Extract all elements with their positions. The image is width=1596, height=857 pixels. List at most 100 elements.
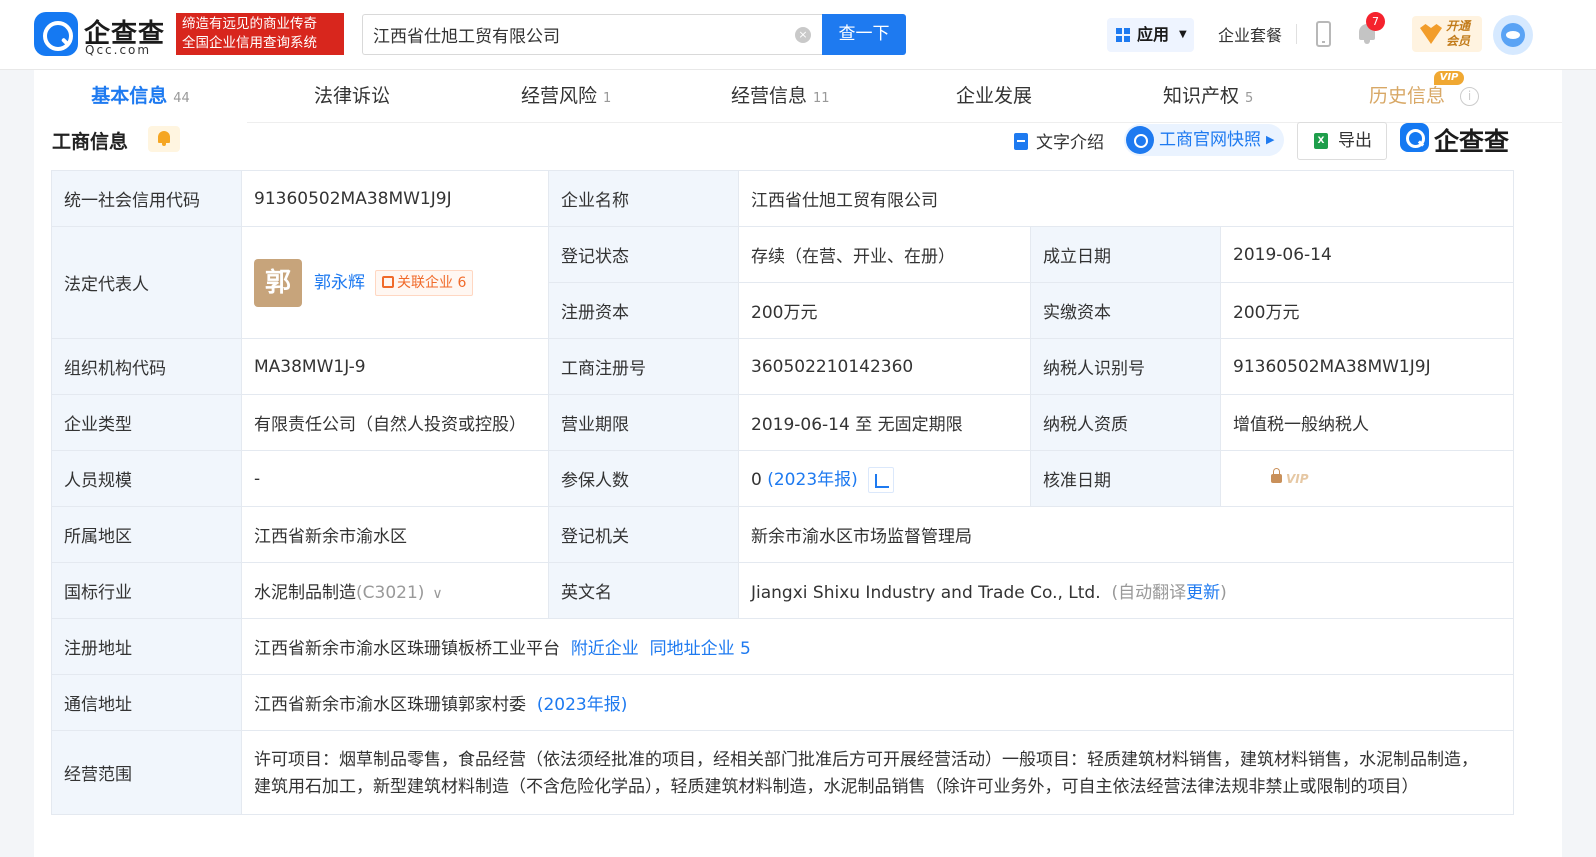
- mail-address-year-link[interactable]: (2023年报): [537, 695, 628, 715]
- company-type-value: 有限责任公司（自然人投资或控股）: [241, 394, 549, 451]
- vip-crown-icon: [1420, 24, 1442, 44]
- section-title: 工商信息: [52, 131, 129, 153]
- open-vip-label: 开通 会员: [1446, 19, 1482, 49]
- reg-capital-value: 200万元: [738, 282, 1031, 339]
- reg-no-label: 工商注册号: [548, 338, 739, 395]
- nearby-companies-link[interactable]: 附近企业: [571, 639, 639, 659]
- text-intro-button[interactable]: 文字介绍: [1014, 128, 1104, 153]
- open-vip-button[interactable]: 开通 会员: [1412, 16, 1482, 52]
- found-date-label: 成立日期: [1030, 226, 1221, 283]
- mobile-phone-icon[interactable]: [1316, 21, 1331, 47]
- chevron-down-icon: ∨: [432, 586, 443, 602]
- insured-year-link[interactable]: (2023年报): [767, 470, 858, 490]
- tab-development[interactable]: 企业发展: [956, 70, 1032, 123]
- brand-logo-icon: [1400, 123, 1429, 152]
- reg-status-value: 存续（在营、开业、在册）: [738, 226, 1031, 283]
- org-code-value: MA38MW1J-9: [241, 338, 549, 395]
- table-row: 组织机构代码 MA38MW1J-9 工商注册号 360502210142360 …: [51, 338, 1515, 395]
- info-icon[interactable]: i: [1460, 87, 1479, 106]
- table-row: 注册地址 江西省新余市渝水区珠珊镇板桥工业平台 附近企业 同地址企业 5: [51, 618, 1515, 675]
- qcc-logo-mark: [34, 12, 78, 56]
- qcc-brand-mark: 企查查: [1400, 122, 1514, 156]
- tab-history-label: 历史信息: [1369, 85, 1446, 107]
- scope-cell: 许可项目：烟草制品零售，食品经营（依法须经批准的项目，经相关部门批准后方可开展经…: [240, 730, 1515, 815]
- related-companies-chip[interactable]: 关联企业 6: [375, 269, 474, 296]
- tab-legal[interactable]: 法律诉讼: [314, 70, 390, 123]
- reg-address-label: 注册地址: [51, 618, 242, 675]
- scope-line-2: 建筑用石加工，新型建筑材料制造（不含危险化学品），轻质建筑材料制造，水泥制品销售…: [254, 776, 1419, 797]
- legal-rep-label: 法定代表人: [51, 226, 242, 339]
- snapshot-search-icon: [1126, 126, 1154, 154]
- search-button[interactable]: 查一下: [822, 14, 906, 55]
- qcc-logo[interactable]: 企查查 Qcc.com: [34, 12, 174, 58]
- staff-size-label: 人员规模: [51, 450, 242, 507]
- scope-line-1: 许可项目：烟草制品零售，食品经营（依法须经批准的项目，经相关部门批准后方可开展经…: [254, 749, 1478, 770]
- english-name-label: 英文名: [548, 562, 739, 619]
- english-name-cell: Jiangxi Shixu Industry and Trade Co., Lt…: [737, 562, 1515, 619]
- authority-label: 登记机关: [548, 506, 739, 563]
- same-address-companies-link[interactable]: 同地址企业 5: [650, 639, 751, 659]
- open-vip-line-2: 会员: [1446, 34, 1471, 48]
- legal-rep-avatar[interactable]: 郭: [254, 258, 302, 307]
- taxpayer-qual-value: 增值税一般纳税人: [1219, 394, 1515, 451]
- app-menu-button[interactable]: 应用 ▼: [1107, 18, 1194, 52]
- company-name-label: 企业名称: [548, 170, 739, 227]
- industry-label: 国标行业: [51, 562, 242, 619]
- text-intro-label: 文字介绍: [1036, 133, 1104, 153]
- credit-code-label: 统一社会信用代码: [51, 170, 242, 227]
- staff-size-value: -: [241, 450, 549, 507]
- app-menu-label: 应用: [1137, 25, 1170, 44]
- tab-basic-info[interactable]: 基本信息 44: [34, 70, 247, 123]
- document-icon: [1014, 133, 1028, 150]
- tab-operation-info[interactable]: 经营信息 11: [731, 70, 830, 123]
- mail-address-label: 通信地址: [51, 674, 242, 731]
- enterprise-package-link[interactable]: 企业套餐: [1218, 22, 1282, 46]
- paid-capital-value: 200万元: [1219, 282, 1515, 339]
- company-name-value: 江西省仕旭工贸有限公司: [737, 170, 1515, 227]
- term-label: 营业期限: [548, 394, 739, 451]
- tab-operation-info-label: 经营信息: [731, 85, 808, 107]
- tab-operation-info-count: 11: [813, 91, 830, 106]
- search-box: ×: [362, 14, 823, 55]
- table-row: 法定代表人 郭郭永辉 关联企业 6 登记状态 存续（在营、开业、在册） 成立日期 …: [51, 226, 1515, 339]
- industry-code: (C3021): [356, 583, 425, 603]
- table-row: 所属地区 江西省新余市渝水区 登记机关 新余市渝水区市场监督管理局: [51, 506, 1515, 563]
- legal-rep-name-link[interactable]: 郭永辉: [314, 273, 365, 293]
- table-row: 企业类型 有限责任公司（自然人投资或控股） 营业期限 2019-06-14 至 …: [51, 394, 1515, 451]
- region-value: 江西省新余市渝水区: [241, 506, 549, 563]
- trend-chart-icon[interactable]: [867, 466, 894, 493]
- authority-value: 新余市渝水区市场监督管理局: [737, 506, 1515, 563]
- industry-cell[interactable]: 水泥制品制造(C3021) ∨: [241, 562, 549, 619]
- logo-english-text: Qcc.com: [85, 43, 152, 57]
- close-paren: ): [1220, 583, 1227, 603]
- export-button[interactable]: X 导出: [1297, 122, 1387, 160]
- org-code-label: 组织机构代码: [51, 338, 242, 395]
- approval-vip-mark: VIP: [1286, 471, 1309, 486]
- approval-date-cell[interactable]: VIP: [1219, 450, 1515, 507]
- subscribe-bell-icon[interactable]: [148, 126, 180, 152]
- official-snapshot-label: 工商官网快照: [1159, 130, 1261, 150]
- open-vip-line-1: 开通: [1446, 19, 1471, 33]
- search-input[interactable]: [373, 15, 783, 54]
- user-avatar[interactable]: [1493, 15, 1533, 55]
- insured-cell: 0 (2023年报): [738, 450, 1031, 507]
- update-translation-link[interactable]: 更新: [1186, 583, 1220, 603]
- tab-business-risk[interactable]: 经营风险 1: [521, 70, 611, 123]
- term-value: 2019-06-14 至 无固定期限: [738, 394, 1031, 451]
- clear-search-icon[interactable]: ×: [795, 27, 811, 43]
- table-row: 人员规模 - 参保人数 0 (2023年报) 核准日期 VIP: [51, 450, 1515, 507]
- official-snapshot-button[interactable]: 工商官网快照 ▶: [1124, 124, 1284, 156]
- region-label: 所属地区: [51, 506, 242, 563]
- slogan-banner: 缔造有远见的商业传奇 全国企业信用查询系统: [176, 13, 344, 55]
- taxpayer-id-label: 纳税人识别号: [1030, 338, 1221, 395]
- paid-capital-label: 实缴资本: [1030, 282, 1221, 339]
- approval-date-label: 核准日期: [1030, 450, 1221, 507]
- industry-value: 水泥制品制造: [254, 583, 356, 603]
- section-tabs: 基本信息 44 法律诉讼 经营风险 1 经营信息 11 企业发展 知识产权 5 历史信息: [34, 70, 1562, 123]
- tab-legal-label: 法律诉讼: [314, 85, 391, 107]
- tab-intellectual-property[interactable]: 知识产权 5: [1163, 70, 1253, 123]
- tab-business-risk-count: 1: [603, 91, 612, 106]
- notification-count-badge: 7: [1366, 12, 1385, 31]
- company-type-label: 企业类型: [51, 394, 242, 451]
- english-name-value: Jiangxi Shixu Industry and Trade Co., Lt…: [751, 583, 1101, 603]
